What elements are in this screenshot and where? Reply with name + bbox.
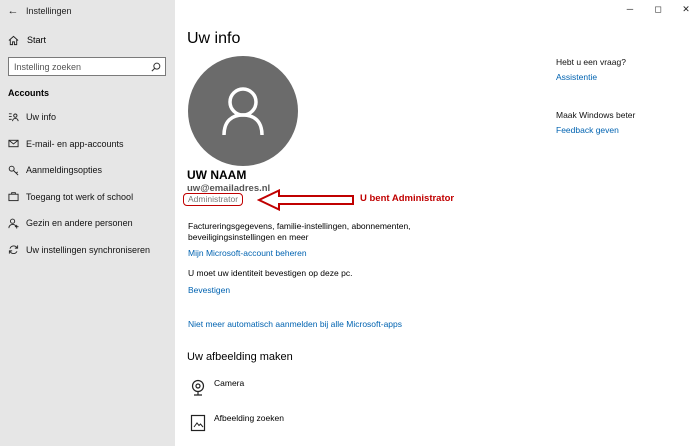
search-input[interactable] [14, 61, 144, 72]
sidebar-item-label: Uw instellingen synchroniseren [26, 244, 151, 255]
browse-picture-option[interactable]: Afbeelding zoeken [188, 413, 284, 433]
sidebar: ← Instellingen Start Accounts Uw info [0, 0, 175, 446]
manage-account-link[interactable]: Mijn Microsoft-account beheren [188, 248, 307, 258]
sidebar-item-sync[interactable]: Uw instellingen synchroniseren [0, 237, 175, 264]
sidebar-item-label: E-mail- en app-accounts [26, 138, 124, 149]
mail-icon [8, 138, 19, 149]
picture-section-title: Uw afbeelding maken [187, 351, 293, 363]
assistance-link[interactable]: Assistentie [556, 72, 597, 82]
page-title: Uw info [187, 30, 241, 47]
minimize-button[interactable]: ─ [616, 0, 644, 18]
sidebar-item-work-school[interactable]: Toegang tot werk of school [0, 184, 175, 211]
person-card-icon [8, 112, 19, 123]
camera-icon [188, 378, 208, 398]
sidebar-item-sign-in-options[interactable]: Aanmeldingsopties [0, 157, 175, 184]
search-box[interactable] [8, 57, 166, 76]
sidebar-item-family[interactable]: Gezin en andere personen [0, 210, 175, 237]
account-role-badge: Administrator [183, 193, 244, 206]
key-icon [8, 165, 19, 176]
home-label: Start [27, 35, 47, 45]
stop-auto-signin-link[interactable]: Niet meer automatisch aanmelden bij alle… [188, 319, 402, 329]
question-heading: Hebt u een vraag? [556, 57, 626, 67]
sidebar-item-label: Gezin en andere personen [26, 218, 133, 229]
sidebar-item-your-info[interactable]: Uw info [0, 104, 175, 131]
sidebar-item-label: Uw info [26, 112, 57, 123]
verify-link[interactable]: Bevestigen [188, 285, 230, 295]
camera-option[interactable]: Camera [188, 378, 244, 398]
improve-windows-heading: Maak Windows beter [556, 110, 636, 120]
home-icon [8, 35, 19, 45]
sidebar-item-label: Aanmeldingsopties [26, 165, 103, 176]
camera-option-label: Camera [214, 378, 245, 388]
feedback-link[interactable]: Feedback geven [556, 125, 619, 135]
back-button[interactable]: ← [0, 0, 26, 22]
annotation-arrow [257, 189, 354, 211]
verify-text: U moet uw identiteit bevestigen op deze … [188, 268, 353, 278]
browse-option-label: Afbeelding zoeken [214, 413, 284, 423]
avatar [188, 56, 298, 166]
main-content: ─ ◻ ✕ Uw info UW NAAM uw@emailadres.nl A… [175, 0, 700, 446]
user-name: UW NAAM [187, 168, 247, 182]
maximize-button[interactable]: ◻ [644, 0, 672, 18]
app-title: Instellingen [26, 6, 72, 16]
window-controls: ─ ◻ ✕ [616, 0, 700, 20]
annotation-text: U bent Administrator [360, 193, 455, 204]
title-bar: ← Instellingen [0, 0, 175, 22]
billing-info-text: Factureringsgegevens, familie-instelling… [188, 221, 411, 242]
sidebar-item-email-accounts[interactable]: E-mail- en app-accounts [0, 131, 175, 158]
add-person-icon [8, 218, 19, 229]
briefcase-icon [8, 191, 19, 202]
search-icon[interactable] [151, 62, 161, 72]
browse-icon [188, 413, 208, 433]
user-silhouette-icon [222, 87, 264, 136]
section-title: Accounts [8, 88, 50, 98]
home-nav[interactable]: Start [0, 29, 175, 51]
sidebar-item-label: Toegang tot werk of school [26, 191, 134, 202]
close-button[interactable]: ✕ [672, 0, 700, 18]
sync-icon [8, 244, 19, 255]
settings-window: ← Instellingen Start Accounts Uw info [0, 0, 700, 446]
